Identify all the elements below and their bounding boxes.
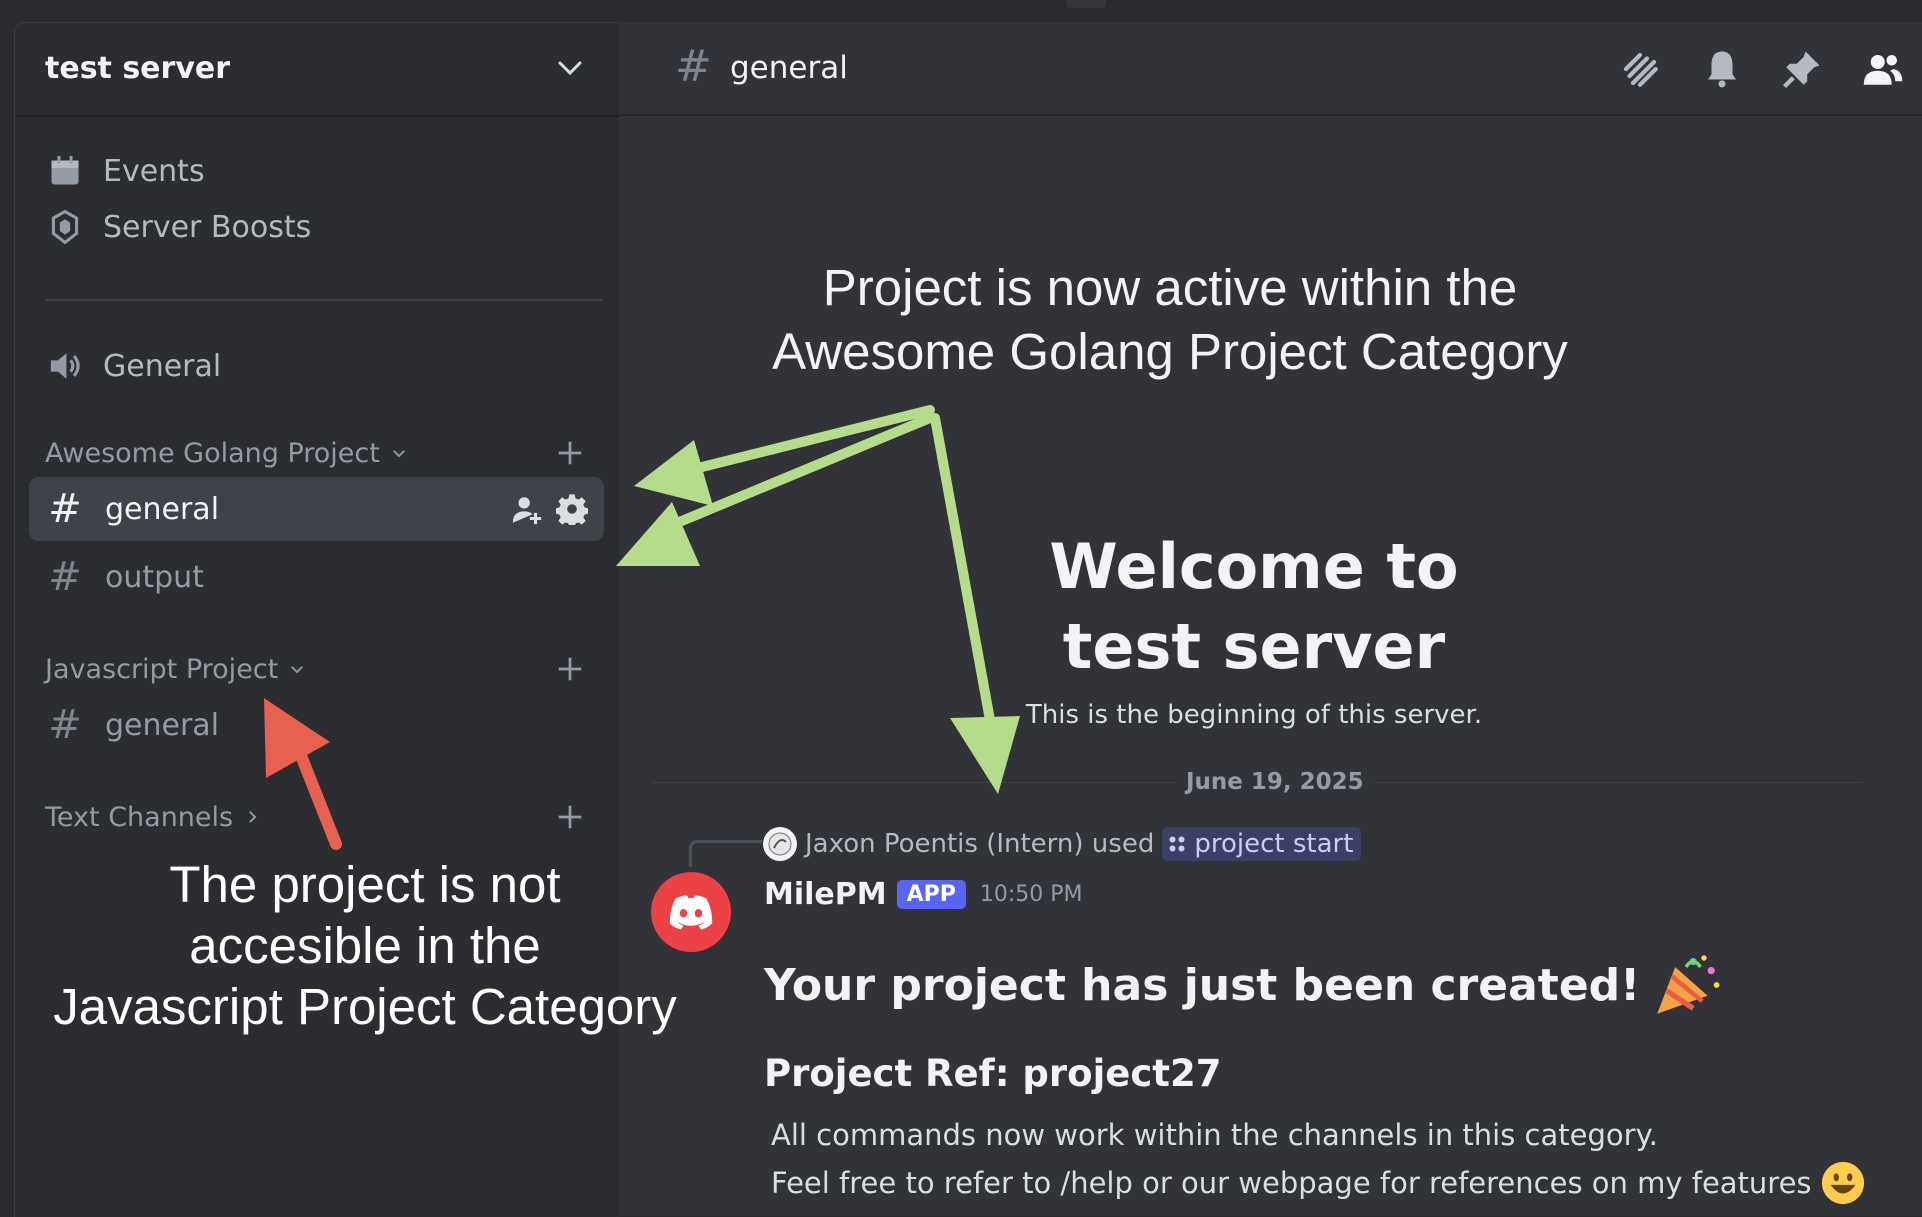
sidebar-item-events[interactable]: Events [45,143,205,199]
create-channel-plus-icon[interactable] [555,438,585,468]
channel-header: # general [619,22,1922,116]
category-javascript-project[interactable]: Javascript Project [45,649,306,689]
message-line-1-text: All commands now work within the channel… [771,1118,1658,1152]
create-channel-plus-icon[interactable] [555,654,585,684]
channel-label: General [103,348,222,384]
sidebar-item-server-boosts[interactable]: Server Boosts [45,199,311,255]
window-handle [1066,0,1106,8]
message-heading-text: Your project has just been created! [764,959,1641,1011]
hash-icon: # [675,41,712,92]
welcome-subtitle: This is the beginning of this server. [1025,700,1483,730]
category-label: Awesome Golang Project [45,437,380,469]
invite-people-icon[interactable] [510,493,544,527]
window-top-bar [0,0,1922,22]
bell-icon[interactable] [1701,48,1743,90]
annotation-line: Project is now active within the [822,259,1518,316]
category-label: Text Channels [45,801,234,833]
channel-label: general [105,707,220,743]
project-ref: Project Ref: project27 [764,1052,1222,1095]
members-icon[interactable] [1862,48,1904,90]
hash-icon: # [48,702,82,748]
hash-icon: # [48,486,82,532]
slash-command-chip[interactable]: project start [1162,827,1362,861]
category-awesome-golang-project[interactable]: Awesome Golang Project [45,433,408,473]
annotation-active: Project is now active within the Awesome… [640,256,1700,384]
app-command-icon [1169,836,1185,852]
chevron-down-icon[interactable] [555,53,585,83]
app-badge: APP [896,879,966,909]
pin-icon[interactable] [1781,48,1823,90]
channel-title: general [730,50,848,86]
sidebar-divider [45,299,603,301]
command-reply-context[interactable]: Jaxon Poentis (Intern) used project star… [763,824,1362,864]
channel-label: general [105,491,220,527]
annotation-line: Javascript Project Category [53,978,677,1036]
sidebar-item-label: Server Boosts [103,209,312,245]
channel-sidebar: test server Events Server Boosts General… [14,22,620,1217]
channel-javascript-general[interactable]: # general [29,693,604,757]
date-divider-label: June 19, 2025 [1176,769,1374,795]
user-avatar[interactable] [763,827,797,861]
boost-shield-icon [45,207,85,247]
hash-icon: # [48,554,82,600]
chevron-down-icon [392,450,405,458]
message-line-2-text: Feel free to refer to /help or our webpa… [771,1166,1812,1200]
channel-golang-general[interactable]: # general [29,477,604,541]
channel-label: output [105,559,204,595]
command-name: project start [1194,829,1354,859]
smiley-emoji-icon [1821,1161,1864,1205]
channel-golang-output[interactable]: # output [29,545,604,609]
voice-channel-general[interactable]: General [45,338,221,394]
party-popper-icon [1657,955,1720,1014]
category-text-channels[interactable]: Text Channels [45,797,261,837]
annotation-not-accessible: The project is not accesible in the Java… [30,854,700,1038]
speaker-icon [45,346,85,386]
annotation-line: The project is not [169,856,561,913]
gear-icon[interactable] [556,493,588,525]
message-header: MilePM APP 10:50 PM [764,872,1083,916]
message-heading: Your project has just been created! [764,952,1722,1018]
annotation-line: Awesome Golang Project Category [772,322,1568,380]
server-name: test server [45,51,231,86]
chevron-right-icon [249,811,257,823]
author-name[interactable]: MilePM [764,877,887,912]
calendar-icon [45,151,85,191]
chevron-down-icon [291,666,304,674]
threads-icon[interactable] [1619,48,1661,90]
sidebar-item-label: Events [103,153,205,189]
create-channel-plus-icon[interactable] [555,802,585,832]
message-line-1: All commands now work within the channel… [771,1118,1658,1152]
message-timestamp[interactable]: 10:50 PM [980,882,1083,907]
message-line-2: Feel free to refer to /help or our webpa… [771,1160,1866,1206]
welcome-title-line2: test server [1062,610,1446,683]
welcome-title-line1: Welcome to [1049,530,1459,603]
annotation-line: accesible in the [189,917,541,975]
category-label: Javascript Project [45,653,279,685]
reply-user-text: Jaxon Poentis (Intern) used [805,829,1155,859]
server-header[interactable]: test server [15,23,620,117]
chat-area: # general Welcome to test server This is… [619,22,1922,1216]
